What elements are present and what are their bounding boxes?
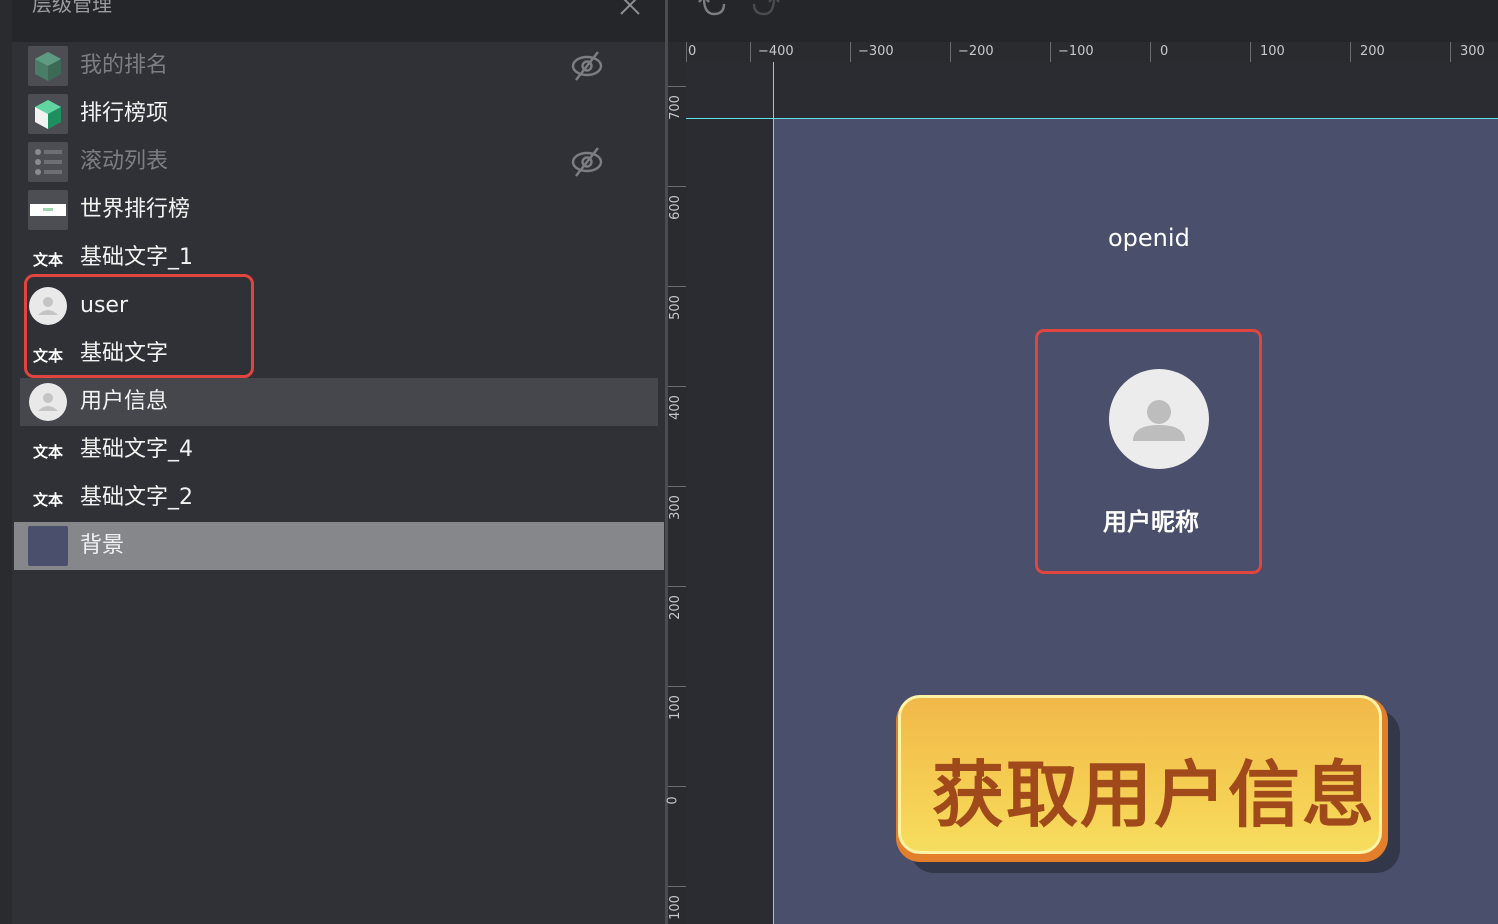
- text-icon-glyph: 文本: [33, 251, 63, 269]
- ruler-tick-label: 200: [667, 595, 683, 620]
- close-icon[interactable]: [617, 0, 643, 18]
- ruler-tick-label: 400: [667, 395, 683, 420]
- annotation-box-layers: [24, 274, 254, 378]
- ruler-tick-label: 0: [1160, 44, 1169, 59]
- layer-label: 排行榜项: [80, 101, 169, 126]
- editor-toolbar: [668, 0, 1498, 42]
- layer-row-rank-item[interactable]: 排行榜项: [14, 90, 664, 138]
- eye-hidden-icon[interactable]: [570, 50, 604, 82]
- node-cube-icon: [28, 94, 68, 134]
- ruler-tick-label: 500: [667, 295, 683, 320]
- ruler-tick-label: 600: [667, 195, 683, 220]
- layer-row-my-rank[interactable]: 我的排名: [14, 42, 664, 90]
- image-thumb-icon: [28, 190, 68, 230]
- ruler-tick-label: −400: [758, 44, 794, 59]
- panel-header: 层级管理: [12, 0, 665, 42]
- ruler-tick-label: 0: [688, 44, 697, 59]
- eye-hidden-icon[interactable]: [570, 146, 604, 178]
- left-edge-strip: [0, 0, 12, 924]
- layer-row-text-2[interactable]: 文本 基础文字_2: [14, 474, 664, 522]
- text-icon-glyph: 文本: [33, 443, 63, 461]
- ruler-top[interactable]: 0 −400 −300 −200 −100 0 100 200 300: [686, 42, 1498, 63]
- ruler-tick-label: −300: [858, 44, 894, 59]
- layer-label: 滚动列表: [80, 149, 169, 174]
- layer-label: 我的排名: [80, 53, 169, 78]
- ruler-tick-label: 700: [667, 95, 683, 120]
- avatar-icon: [29, 383, 67, 421]
- ruler-corner: [668, 42, 686, 62]
- ruler-tick-label: 0: [665, 796, 681, 805]
- undo-icon[interactable]: [696, 0, 728, 20]
- layer-label: 基础文字_2: [80, 485, 193, 510]
- get-user-info-button-label: 获取用户信息: [932, 753, 1377, 837]
- layer-row-text-4[interactable]: 文本 基础文字_4: [14, 426, 664, 474]
- layer-row-user-info[interactable]: 用户信息: [20, 378, 658, 426]
- user-avatar[interactable]: [1109, 369, 1209, 469]
- text-icon: 文本: [33, 251, 63, 269]
- ruler-tick-label: 200: [1360, 44, 1385, 59]
- node-cube-icon: [28, 46, 68, 86]
- guide-line-horizontal[interactable]: [686, 118, 1498, 119]
- ruler-tick-label: 300: [667, 495, 683, 520]
- ruler-tick-label: 300: [1460, 44, 1485, 59]
- ruler-tick-label: 100: [667, 895, 683, 920]
- ruler-tick-label: 100: [1260, 44, 1285, 59]
- layer-label: 用户信息: [80, 389, 169, 414]
- text-icon: 文本: [33, 491, 63, 509]
- avatar-icon: [1133, 400, 1185, 441]
- text-icon: 文本: [33, 443, 63, 461]
- nickname-text[interactable]: 用户昵称: [1103, 502, 1199, 537]
- color-swatch-icon: [28, 526, 68, 566]
- text-icon-glyph: 文本: [33, 491, 63, 509]
- guide-line-vertical[interactable]: [773, 62, 774, 924]
- layer-label: 世界排行榜: [80, 197, 191, 222]
- layer-label: 背景: [80, 533, 125, 558]
- layer-row-world-rank[interactable]: 世界排行榜: [14, 186, 664, 234]
- ruler-tick-label: −200: [958, 44, 994, 59]
- openid-text[interactable]: openid: [1108, 224, 1190, 252]
- layer-row-background[interactable]: 背景: [14, 522, 664, 570]
- ruler-tick-label: 100: [667, 695, 683, 720]
- layer-label: 基础文字_4: [80, 437, 193, 462]
- ruler-left[interactable]: 700 600 500 400 300 200 100 0 100: [665, 62, 687, 924]
- scroll-list-icon: [28, 142, 68, 182]
- layer-row-scroll-list[interactable]: 滚动列表: [14, 138, 664, 186]
- panel-title: 层级管理: [32, 0, 112, 16]
- ruler-tick-label: −100: [1058, 44, 1094, 59]
- redo-icon[interactable]: [750, 0, 782, 20]
- layer-label: 基础文字_1: [80, 245, 193, 270]
